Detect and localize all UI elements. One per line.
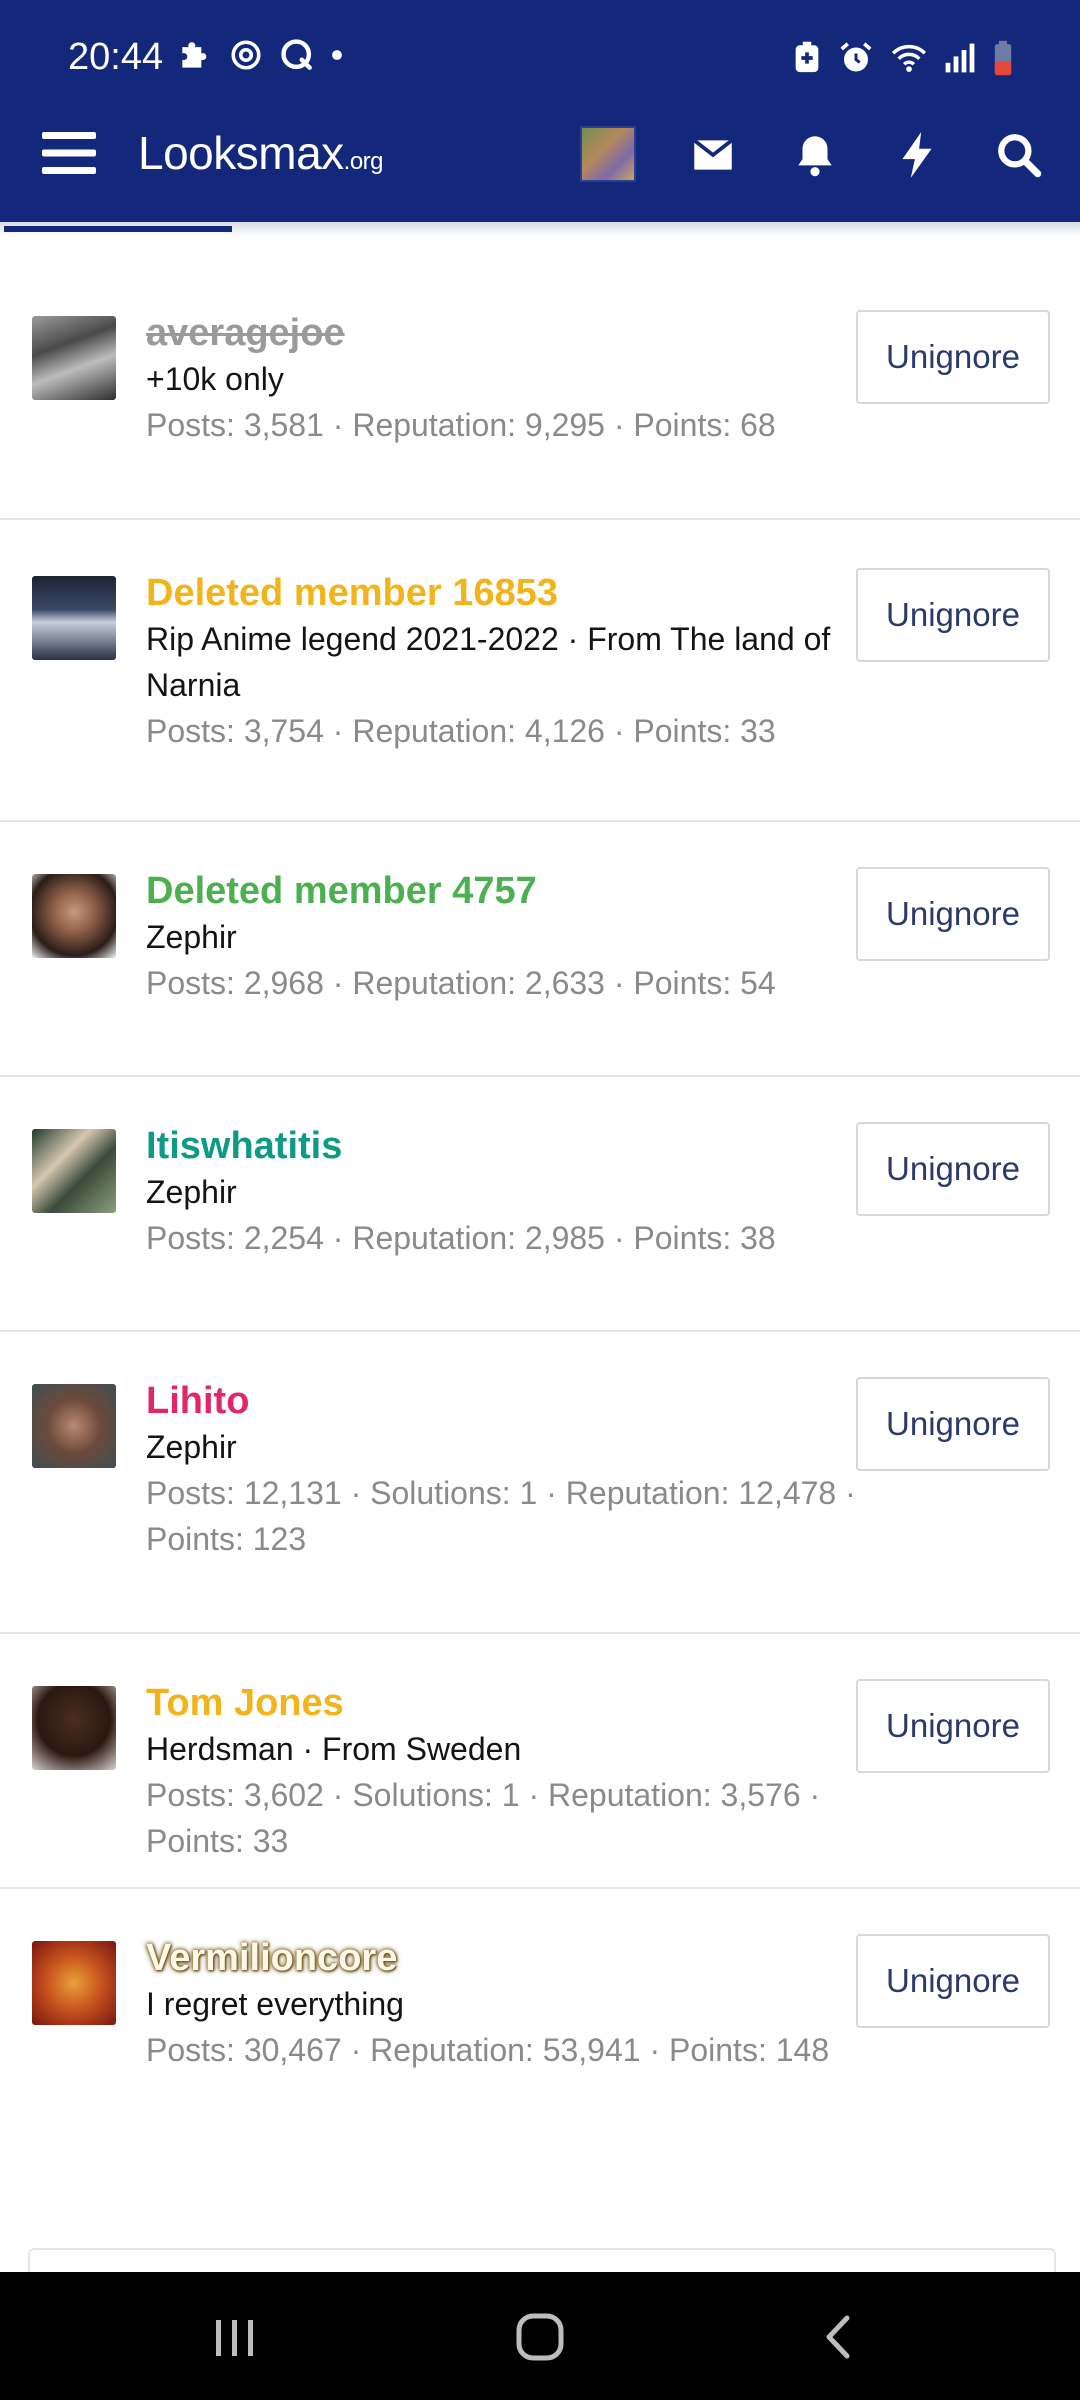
member-row: Vermilioncore I regret everything Posts:… [0,1889,1080,2144]
username[interactable]: Deleted member 4757 [146,868,866,914]
alarm-icon [840,42,872,72]
bell-icon[interactable] [790,130,840,180]
user-stats: Posts: 3,754 · Reputation: 4,126 · Point… [146,713,776,749]
user-title: Zephir [146,1174,237,1210]
member-info: averagejoe +10k only Posts: 3,581 · Repu… [146,310,866,448]
avatar[interactable] [32,874,116,958]
member-row: Deleted member 4757 Zephir Posts: 2,968 … [0,822,1080,1077]
search-icon[interactable] [994,130,1044,180]
ignored-members-list: averagejoe +10k only Posts: 3,581 · Repu… [0,258,1080,2144]
user-title: Zephir [146,919,237,955]
username[interactable]: Itiswhatitis [146,1123,866,1169]
member-row: averagejoe +10k only Posts: 3,581 · Repu… [0,258,1080,520]
unignore-button[interactable]: Unignore [856,1679,1050,1773]
member-info: Deleted member 16853 Rip Anime legend 20… [146,570,866,754]
member-info: Itiswhatitis Zephir Posts: 2,254 · Reput… [146,1123,866,1261]
avatar[interactable] [32,316,116,400]
home-icon[interactable] [505,2302,575,2372]
puzzle-icon [182,42,207,68]
user-stats: Posts: 2,254 · Reputation: 2,985 · Point… [146,1220,776,1256]
unignore-button[interactable]: Unignore [856,1934,1050,2028]
username[interactable]: Tom Jones [146,1680,866,1726]
envelope-icon[interactable] [688,130,738,180]
signal-icon [945,43,975,73]
status-left-icons [176,36,344,74]
battery-saver-icon [795,41,819,73]
avatar[interactable] [32,1686,116,1770]
dot-icon [332,50,342,60]
member-row: Lihito Zephir Posts: 12,131 · Solutions:… [0,1332,1080,1634]
logo-main: Looksmax [138,127,344,179]
bolt-icon[interactable] [892,130,942,180]
status-right-icons [792,40,1014,76]
unignore-button[interactable]: Unignore [856,568,1050,662]
avatar[interactable] [32,1129,116,1213]
username[interactable]: Lihito [146,1378,866,1424]
app-header: 20:44 Looksmax.org [0,0,1080,222]
username[interactable]: Deleted member 16853 [146,570,866,616]
avatar[interactable] [32,1941,116,2025]
member-row: Deleted member 16853 Rip Anime legend 20… [0,520,1080,822]
username[interactable]: Vermilioncore [146,1935,866,1981]
menu-icon[interactable] [42,130,96,176]
user-stats: Posts: 3,581 · Reputation: 9,295 · Point… [146,407,776,443]
member-info: Lihito Zephir Posts: 12,131 · Solutions:… [146,1378,866,1562]
user-title: Rip Anime legend 2021-2022 · From The la… [146,621,831,703]
unignore-button[interactable]: Unignore [856,310,1050,404]
logo-domain: .org [343,148,384,175]
user-title: I regret everything [146,1986,404,2022]
member-info: Vermilioncore I regret everything Posts:… [146,1935,866,2073]
recents-icon[interactable] [200,2302,270,2372]
user-stats: Posts: 30,467 · Reputation: 53,941 · Poi… [146,2032,830,2068]
back-icon[interactable] [805,2302,875,2372]
user-title: Herdsman · From Sweden [146,1731,522,1767]
avatar[interactable] [32,1384,116,1468]
member-info: Deleted member 4757 Zephir Posts: 2,968 … [146,868,866,1006]
sync-circle-icon [231,40,261,70]
user-stats: Posts: 12,131 · Solutions: 1 · Reputatio… [146,1475,856,1557]
unignore-button[interactable]: Unignore [856,1122,1050,1216]
avatar[interactable] [32,576,116,660]
username[interactable]: averagejoe [146,310,866,356]
status-time: 20:44 [68,36,164,78]
q-app-icon [281,39,312,70]
user-stats: Posts: 3,602 · Solutions: 1 · Reputation… [146,1777,821,1859]
unignore-button[interactable]: Unignore [856,867,1050,961]
system-navigation-bar [0,2272,1080,2400]
member-row: Itiswhatitis Zephir Posts: 2,254 · Reput… [0,1077,1080,1332]
unignore-button[interactable]: Unignore [856,1377,1050,1471]
user-stats: Posts: 2,968 · Reputation: 2,633 · Point… [146,965,776,1001]
user-avatar[interactable] [580,126,636,182]
battery-low-icon [994,40,1012,76]
user-title: Zephir [146,1429,237,1465]
tab-indicator [4,226,232,232]
user-title: +10k only [146,361,284,397]
member-row: Tom Jones Herdsman · From Sweden Posts: … [0,1634,1080,1889]
wifi-icon [891,44,927,72]
site-logo[interactable]: Looksmax.org [138,126,384,180]
member-info: Tom Jones Herdsman · From Sweden Posts: … [146,1680,866,1864]
nav-bar: Looksmax.org [0,118,1080,192]
